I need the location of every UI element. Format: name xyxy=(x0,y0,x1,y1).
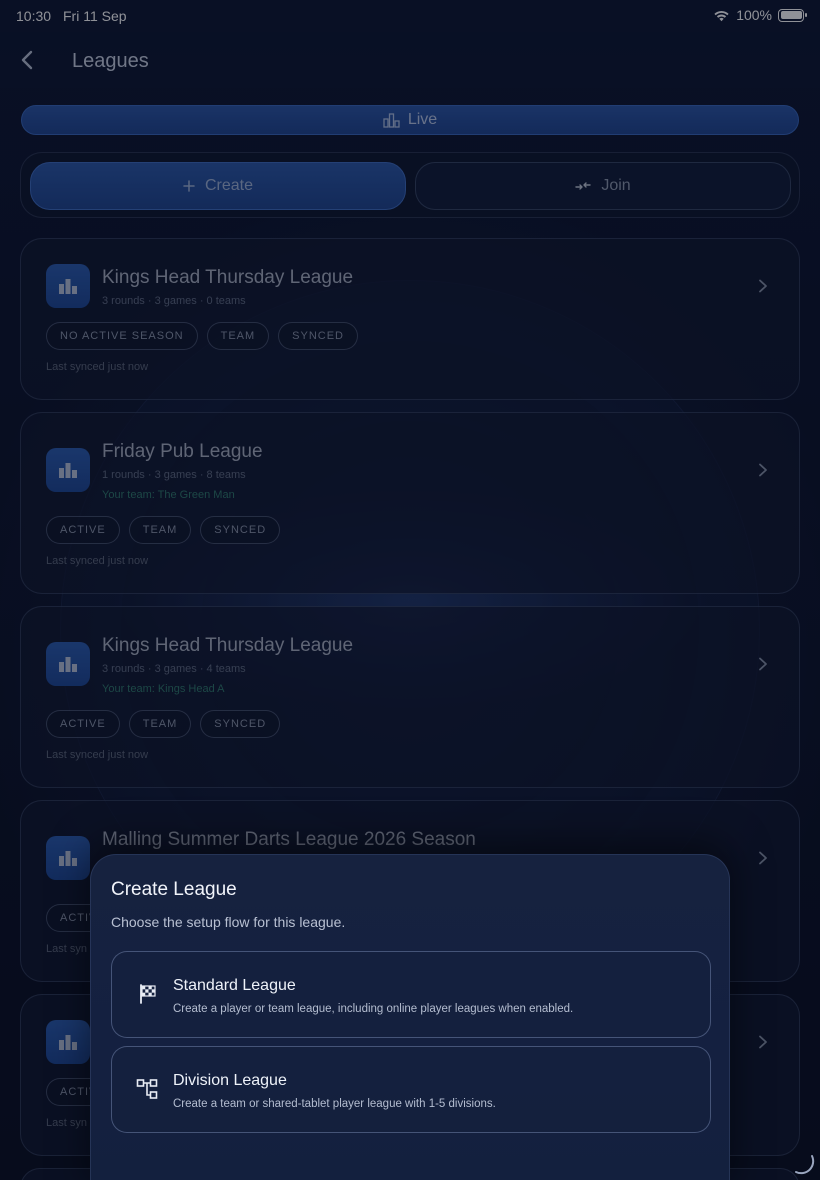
option-title: Division League xyxy=(173,1072,287,1089)
option-description: Create a player or team league, includin… xyxy=(173,1003,574,1015)
create-league-sheet: Create League Choose the setup flow for … xyxy=(90,854,730,1180)
checkered-flag-icon xyxy=(140,984,156,1004)
option-description: Create a team or shared-tablet player le… xyxy=(173,1098,496,1110)
division-tree-icon xyxy=(136,1079,158,1099)
option-title: Standard League xyxy=(173,977,296,994)
standard-league-option[interactable]: Standard League Create a player or team … xyxy=(111,951,711,1038)
division-league-option[interactable]: Division League Create a team or shared-… xyxy=(111,1046,711,1133)
sheet-title: Create League xyxy=(111,879,237,900)
sheet-subtitle: Choose the setup flow for this league. xyxy=(111,914,346,930)
loading-spinner-icon xyxy=(795,1155,815,1175)
